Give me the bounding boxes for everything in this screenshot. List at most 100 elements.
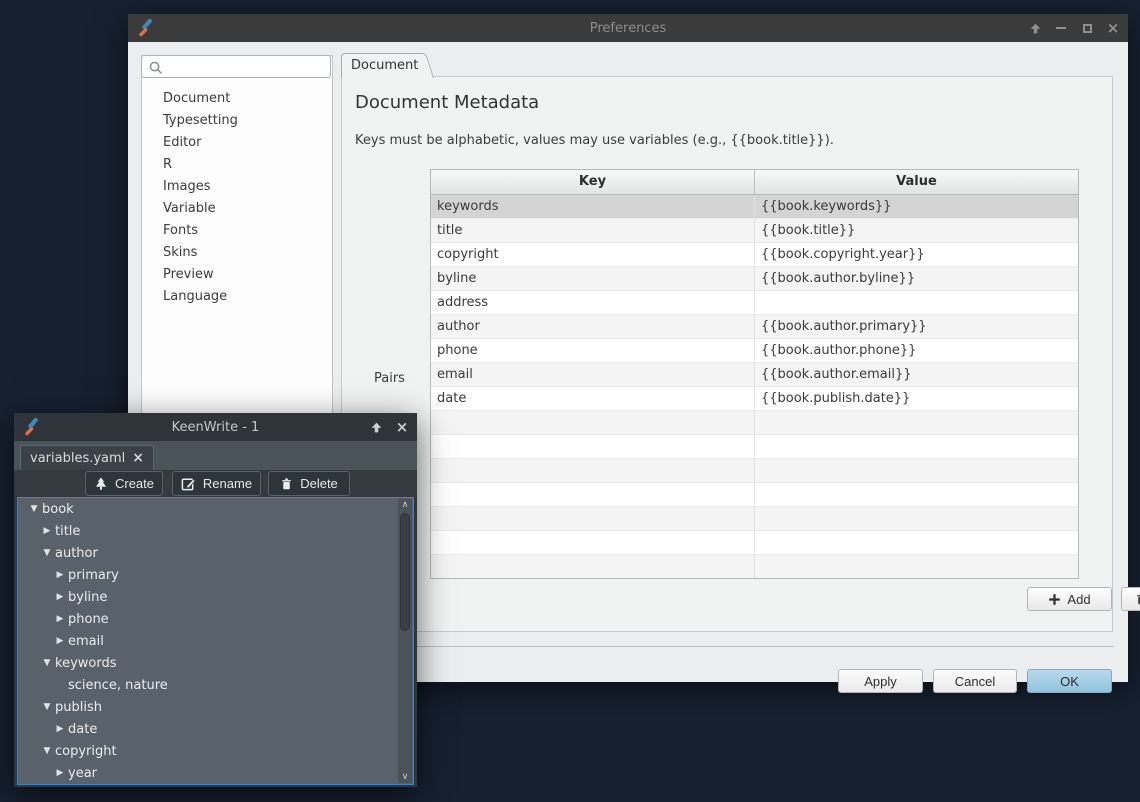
tree-item-author[interactable]: ▼author bbox=[18, 542, 413, 564]
sidebar-item-document[interactable]: Document bbox=[142, 88, 332, 110]
cell-value[interactable] bbox=[755, 459, 1078, 483]
tree-item-science-nature[interactable]: science, nature bbox=[18, 674, 413, 696]
tree-item-byline[interactable]: ▶byline bbox=[18, 586, 413, 608]
scroll-up-icon[interactable]: ∧ bbox=[402, 499, 409, 511]
cell-value[interactable]: {{book.author.primary}} bbox=[755, 315, 1078, 339]
create-button[interactable]: Create bbox=[85, 471, 163, 496]
rename-button[interactable]: Rename bbox=[172, 471, 261, 496]
table-row-title[interactable]: title{{book.title}} bbox=[431, 219, 1078, 243]
table-row-empty[interactable] bbox=[431, 555, 1078, 579]
cancel-button[interactable]: Cancel bbox=[933, 669, 1017, 693]
keenwrite-titlebar[interactable]: KeenWrite - 1 × bbox=[14, 413, 417, 441]
cell-key[interactable]: byline bbox=[431, 267, 755, 291]
cell-value[interactable]: {{book.author.byline}} bbox=[755, 267, 1078, 291]
sidebar-item-preview[interactable]: Preview bbox=[142, 264, 332, 286]
table-row-byline[interactable]: byline{{book.author.byline}} bbox=[431, 267, 1078, 291]
cell-key[interactable]: email bbox=[431, 363, 755, 387]
cell-value[interactable]: {{book.title}} bbox=[755, 219, 1078, 243]
keep-above-icon[interactable] bbox=[1026, 19, 1044, 37]
expand-arrow-icon[interactable]: ▶ bbox=[54, 724, 66, 734]
cell-value[interactable]: {{book.author.email}} bbox=[755, 363, 1078, 387]
collapse-arrow-icon[interactable]: ▼ bbox=[41, 746, 53, 756]
cell-key[interactable]: date bbox=[431, 387, 755, 411]
tab-close-icon[interactable]: × bbox=[132, 447, 144, 470]
close-icon[interactable]: × bbox=[1104, 19, 1122, 37]
tree-item-publish[interactable]: ▼publish bbox=[18, 696, 413, 718]
cell-value[interactable]: {{book.copyright.year}} bbox=[755, 243, 1078, 267]
collapse-arrow-icon[interactable]: ▼ bbox=[41, 548, 53, 558]
sidebar-item-r[interactable]: R bbox=[142, 154, 332, 176]
sidebar-item-images[interactable]: Images bbox=[142, 176, 332, 198]
variables-tree[interactable]: ▼book▶title▼author▶primary▶byline▶phone▶… bbox=[17, 497, 414, 785]
column-header-key[interactable]: Key bbox=[431, 170, 755, 194]
cell-value[interactable] bbox=[755, 435, 1078, 459]
keep-above-icon[interactable] bbox=[367, 418, 385, 436]
metadata-table[interactable]: Key Value keywords{{book.keywords}}title… bbox=[430, 169, 1079, 579]
cell-value[interactable]: {{book.author.phone}} bbox=[755, 339, 1078, 363]
tree-item-copyright[interactable]: ▼copyright bbox=[18, 740, 413, 762]
sidebar-item-editor[interactable]: Editor bbox=[142, 132, 332, 154]
sidebar-item-language[interactable]: Language bbox=[142, 286, 332, 308]
table-row-empty[interactable] bbox=[431, 507, 1078, 531]
cell-value[interactable] bbox=[755, 411, 1078, 435]
sidebar-item-fonts[interactable]: Fonts bbox=[142, 220, 332, 242]
cell-value[interactable] bbox=[755, 483, 1078, 507]
table-row-empty[interactable] bbox=[431, 459, 1078, 483]
tree-item-year[interactable]: ▶year bbox=[18, 762, 413, 784]
expand-arrow-icon[interactable]: ▶ bbox=[54, 768, 66, 778]
table-row-empty[interactable] bbox=[431, 531, 1078, 555]
sidebar-item-variable[interactable]: Variable bbox=[142, 198, 332, 220]
tree-item-primary[interactable]: ▶primary bbox=[18, 564, 413, 586]
tree-item-book[interactable]: ▼book bbox=[18, 498, 413, 520]
delete-button[interactable]: Delete bbox=[1121, 587, 1140, 611]
table-row-empty[interactable] bbox=[431, 483, 1078, 507]
table-row-date[interactable]: date{{book.publish.date}} bbox=[431, 387, 1078, 411]
apply-button[interactable]: Apply bbox=[838, 669, 923, 693]
tree-item-title[interactable]: ▶title bbox=[18, 520, 413, 542]
cell-value[interactable]: {{book.publish.date}} bbox=[755, 387, 1078, 411]
cell-key[interactable] bbox=[431, 555, 755, 579]
cell-key[interactable] bbox=[431, 483, 755, 507]
table-row-empty[interactable] bbox=[431, 435, 1078, 459]
tree-item-date[interactable]: ▶date bbox=[18, 718, 413, 740]
table-row-address[interactable]: address bbox=[431, 291, 1078, 315]
sidebar-item-typesetting[interactable]: Typesetting bbox=[142, 110, 332, 132]
search-input[interactable] bbox=[141, 55, 331, 78]
cell-key[interactable]: author bbox=[431, 315, 755, 339]
preferences-titlebar[interactable]: Preferences × bbox=[128, 14, 1128, 42]
cell-key[interactable]: address bbox=[431, 291, 755, 315]
expand-arrow-icon[interactable]: ▶ bbox=[54, 636, 66, 646]
table-row-keywords[interactable]: keywords{{book.keywords}} bbox=[431, 195, 1078, 219]
minimize-icon[interactable] bbox=[1052, 19, 1070, 37]
table-row-empty[interactable] bbox=[431, 411, 1078, 435]
tab-document[interactable]: Document bbox=[341, 53, 421, 78]
cell-key[interactable] bbox=[431, 435, 755, 459]
tree-item-phone[interactable]: ▶phone bbox=[18, 608, 413, 630]
cell-key[interactable] bbox=[431, 531, 755, 555]
cell-key[interactable] bbox=[431, 411, 755, 435]
maximize-icon[interactable] bbox=[1078, 19, 1096, 37]
cell-key[interactable] bbox=[431, 507, 755, 531]
cell-value[interactable] bbox=[755, 555, 1078, 579]
cell-key[interactable]: phone bbox=[431, 339, 755, 363]
add-button[interactable]: Add bbox=[1027, 587, 1112, 611]
expand-arrow-icon[interactable]: ▶ bbox=[54, 570, 66, 580]
delete-button[interactable]: Delete bbox=[268, 471, 350, 496]
scroll-down-icon[interactable]: ∨ bbox=[402, 771, 409, 783]
tab-variables-yaml[interactable]: variables.yaml × bbox=[20, 445, 154, 470]
expand-arrow-icon[interactable]: ▶ bbox=[54, 592, 66, 602]
cell-key[interactable] bbox=[431, 459, 755, 483]
cell-key[interactable]: keywords bbox=[431, 195, 755, 219]
close-icon[interactable]: × bbox=[393, 418, 411, 436]
cell-key[interactable]: copyright bbox=[431, 243, 755, 267]
table-row-email[interactable]: email{{book.author.email}} bbox=[431, 363, 1078, 387]
tree-item-email[interactable]: ▶email bbox=[18, 630, 413, 652]
collapse-arrow-icon[interactable]: ▼ bbox=[41, 658, 53, 668]
collapse-arrow-icon[interactable]: ▼ bbox=[28, 504, 40, 514]
expand-arrow-icon[interactable]: ▶ bbox=[54, 614, 66, 624]
cell-key[interactable]: title bbox=[431, 219, 755, 243]
table-row-author[interactable]: author{{book.author.primary}} bbox=[431, 315, 1078, 339]
collapse-arrow-icon[interactable]: ▼ bbox=[41, 702, 53, 712]
cell-value[interactable] bbox=[755, 531, 1078, 555]
tree-scrollbar[interactable]: ∧ ∨ bbox=[398, 499, 412, 783]
